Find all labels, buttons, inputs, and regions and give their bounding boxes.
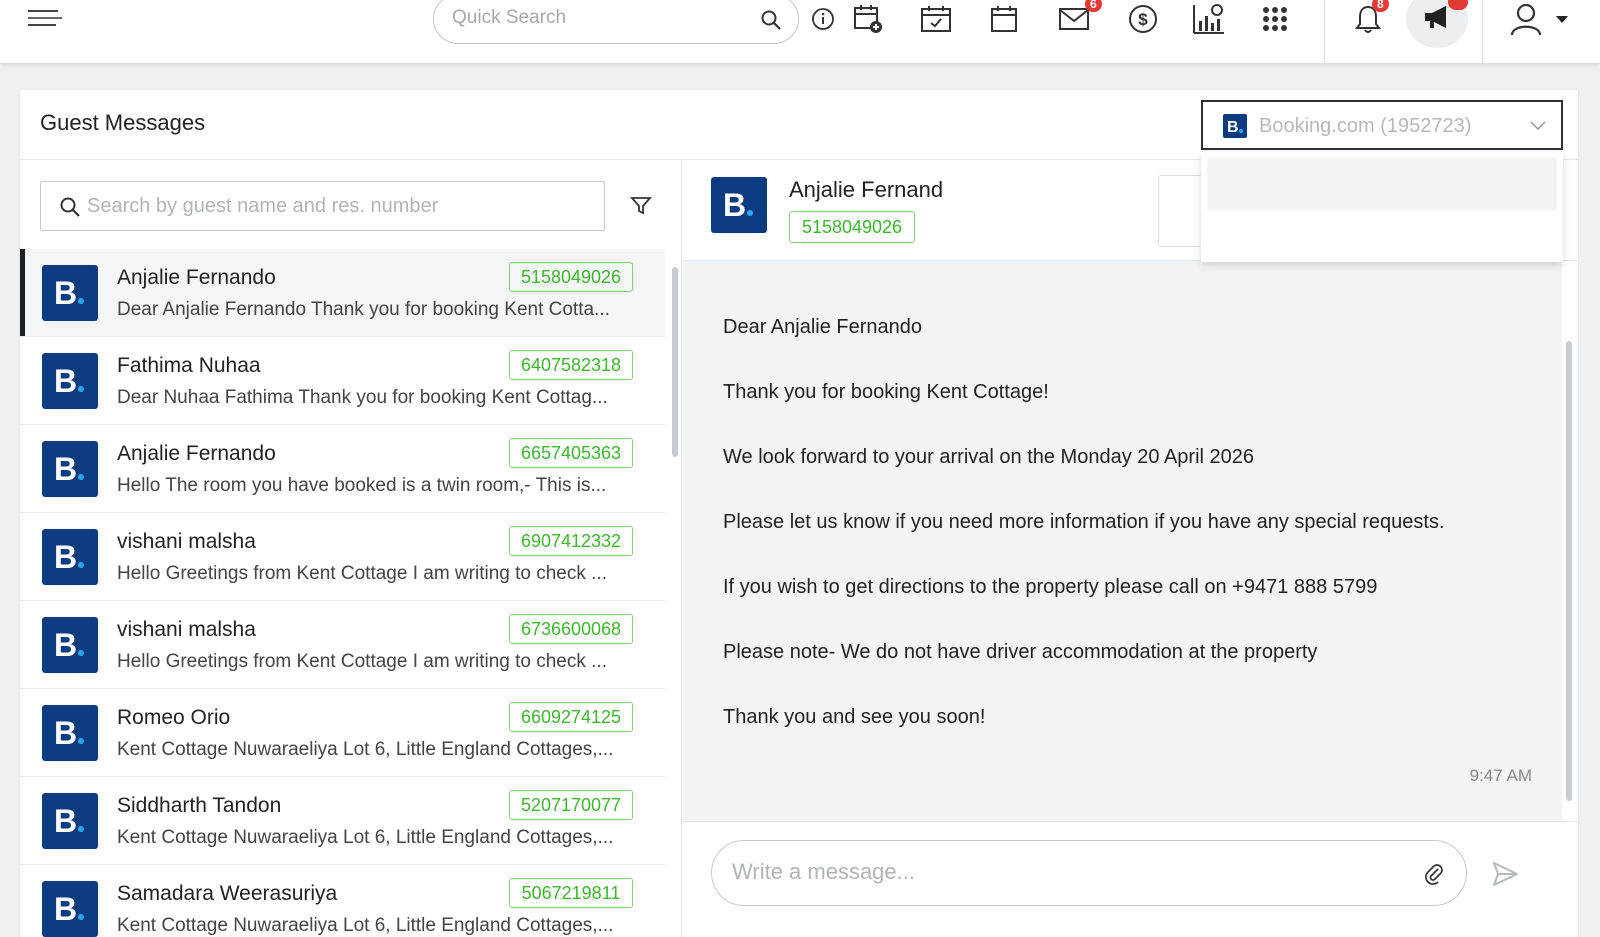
booking-avatar: B bbox=[711, 177, 767, 233]
reservation-number: 5067219811 bbox=[509, 878, 633, 908]
message-input[interactable] bbox=[732, 859, 1382, 885]
conversation-item[interactable]: B Siddharth Tandon 5207170077 Kent Cotta… bbox=[20, 777, 665, 865]
mail-badge: 6 bbox=[1085, 0, 1102, 12]
reservation-number: 6736600068 bbox=[509, 614, 633, 644]
message-snippet: Kent Cottage Nuwaraeliya Lot 6, Little E… bbox=[117, 827, 614, 848]
reservation-number: 6407582318 bbox=[509, 350, 633, 380]
calendar-icon[interactable] bbox=[986, 2, 1022, 36]
reservation-number: 5207170077 bbox=[509, 790, 633, 820]
page-title: Guest Messages bbox=[40, 110, 206, 135]
search-icon bbox=[59, 196, 81, 223]
conversation-item[interactable]: B Romeo Orio 6609274125 Kent Cottage Nuw… bbox=[20, 689, 665, 777]
booking-logo-icon: B bbox=[1223, 114, 1247, 143]
megaphone-icon bbox=[1422, 3, 1452, 36]
guest-name: Samadara Weerasuriya bbox=[117, 882, 338, 905]
booking-avatar: B bbox=[42, 881, 98, 937]
conversation-item[interactable]: B Fathima Nuhaa 6407582318 Dear Nuhaa Fa… bbox=[20, 337, 665, 425]
reservation-number: 6657405363 bbox=[509, 438, 633, 468]
info-icon[interactable] bbox=[805, 2, 841, 36]
divider bbox=[1482, 0, 1483, 64]
message-line: Please let us know if you need more info… bbox=[723, 511, 1445, 533]
message-line: Dear Anjalie Fernando bbox=[723, 316, 923, 338]
message-line: Please note- We do not have driver accom… bbox=[723, 641, 1318, 663]
svg-text:B: B bbox=[1227, 119, 1239, 136]
booking-avatar: B bbox=[42, 529, 98, 585]
svg-text:$: $ bbox=[1138, 10, 1148, 29]
guest-name: Siddharth Tandon bbox=[117, 794, 282, 817]
guest-name: Anjalie Fernando bbox=[117, 442, 276, 465]
guest-name: Anjalie Fernando bbox=[117, 266, 276, 289]
divider bbox=[1324, 0, 1325, 64]
search-icon[interactable] bbox=[760, 9, 782, 36]
booking-avatar: B bbox=[42, 265, 98, 321]
reservation-number: 6907412332 bbox=[509, 526, 633, 556]
conversation-item[interactable]: B Anjalie Fernando 5158049026 Dear Anjal… bbox=[20, 249, 665, 337]
booking-avatar: B bbox=[42, 705, 98, 761]
guest-messages-panel: Guest Messages B Booking.com (1952723) B… bbox=[20, 90, 1578, 937]
analytics-icon[interactable] bbox=[1191, 2, 1227, 36]
guest-name: Romeo Orio bbox=[117, 706, 231, 729]
thread-scrollbar[interactable] bbox=[1563, 261, 1575, 821]
conversation-item[interactable]: B vishani malsha 6907412332 Hello Greeti… bbox=[20, 513, 665, 601]
message-snippet: Hello The room you have booked is a twin… bbox=[117, 475, 607, 496]
filter-icon[interactable] bbox=[630, 195, 652, 222]
quick-search[interactable] bbox=[433, 0, 799, 44]
conversation-item[interactable]: B Samadara Weerasuriya 5067219811 Kent C… bbox=[20, 865, 665, 937]
message-snippet: Kent Cottage Nuwaraeliya Lot 6, Little E… bbox=[117, 739, 614, 760]
channel-option[interactable] bbox=[1207, 158, 1557, 210]
booking-avatar: B bbox=[42, 617, 98, 673]
guest-name: Fathima Nuhaa bbox=[117, 354, 261, 377]
guest-name: vishani malsha bbox=[117, 618, 256, 641]
channel-dropdown bbox=[1201, 152, 1563, 262]
menu-icon[interactable] bbox=[28, 4, 408, 34]
message-snippet: Kent Cottage Nuwaraeliya Lot 6, Little E… bbox=[117, 915, 614, 936]
message-box[interactable] bbox=[711, 840, 1467, 906]
message-line: Thank you for booking Kent Cottage! bbox=[723, 381, 1049, 403]
message-line: If you wish to get directions to the pro… bbox=[723, 576, 1378, 598]
guest-search-input[interactable] bbox=[87, 195, 587, 218]
conversation-list: B Anjalie Fernando 5158049026 Dear Anjal… bbox=[20, 249, 665, 937]
guest-search[interactable] bbox=[40, 181, 605, 231]
booking-avatar: B bbox=[42, 353, 98, 409]
chat-pane: B Anjalie Fernand 5158049026 Dear Anjali… bbox=[683, 161, 1578, 937]
conversation-list-pane: B Anjalie Fernando 5158049026 Dear Anjal… bbox=[20, 161, 682, 937]
conversation-item[interactable]: B Anjalie Fernando 6657405363 Hello The … bbox=[20, 425, 665, 513]
calendar-check-icon[interactable] bbox=[918, 2, 954, 36]
guest-name: vishani malsha bbox=[117, 530, 256, 553]
dollar-icon[interactable]: $ bbox=[1125, 2, 1161, 36]
chevron-down-icon bbox=[1529, 116, 1547, 139]
message-snippet: Dear Anjalie Fernando Thank you for book… bbox=[117, 299, 610, 320]
reservation-number: 5158049026 bbox=[509, 262, 633, 292]
message-line: We look forward to your arrival on the M… bbox=[723, 446, 1255, 468]
message-time: 9:47 AM bbox=[1469, 766, 1532, 785]
attachment-icon[interactable] bbox=[1424, 863, 1444, 890]
conversation-item[interactable]: B vishani malsha 6736600068 Hello Greeti… bbox=[20, 601, 665, 689]
message-line: Thank you and see you soon! bbox=[723, 706, 986, 728]
user-icon[interactable] bbox=[1508, 2, 1544, 36]
booking-avatar: B bbox=[42, 793, 98, 849]
message-thread: Dear Anjalie Fernando Thank you for book… bbox=[683, 261, 1562, 821]
message-snippet: Hello Greetings from Kent Cottage I am w… bbox=[117, 563, 607, 584]
caret-down-icon[interactable] bbox=[1552, 2, 1572, 36]
chat-guest-name: Anjalie Fernand bbox=[789, 177, 944, 202]
quick-search-input[interactable] bbox=[452, 7, 742, 29]
booking-avatar: B bbox=[42, 441, 98, 497]
message-snippet: Hello Greetings from Kent Cottage I am w… bbox=[117, 651, 607, 672]
apps-grid-icon[interactable] bbox=[1257, 2, 1293, 36]
send-icon[interactable] bbox=[1491, 860, 1519, 893]
notifications-badge: 8 bbox=[1372, 0, 1389, 12]
channel-select-value: Booking.com (1952723) bbox=[1259, 115, 1472, 137]
message-snippet: Dear Nuhaa Fathima Thank you for booking… bbox=[117, 387, 608, 408]
list-scrollbar[interactable] bbox=[670, 251, 680, 937]
message-composer bbox=[683, 821, 1578, 937]
reservation-number: 6609274125 bbox=[509, 702, 633, 732]
channel-select[interactable]: B Booking.com (1952723) bbox=[1201, 100, 1563, 150]
chat-reservation-number: 5158049026 bbox=[789, 211, 915, 243]
top-bar: 6 $ 8 bbox=[0, 0, 1600, 64]
calendar-add-icon[interactable] bbox=[850, 2, 886, 36]
